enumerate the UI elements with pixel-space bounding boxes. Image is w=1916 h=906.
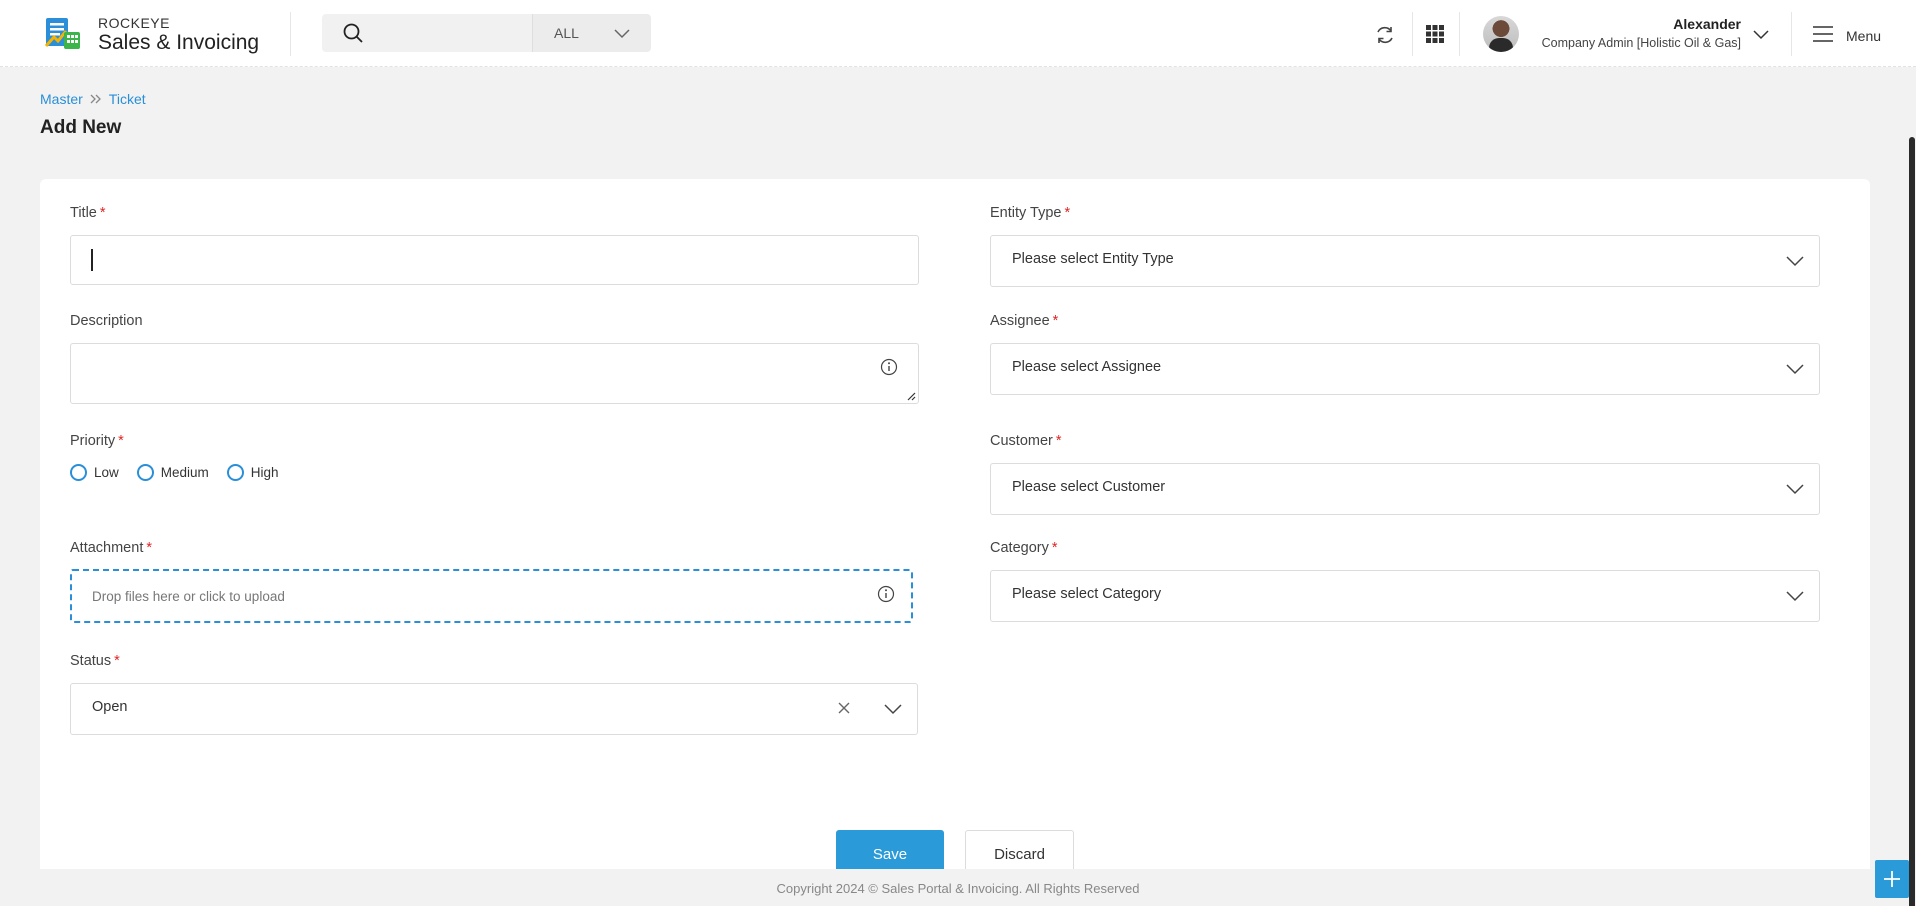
plus-icon — [1884, 871, 1900, 887]
chevron-down-icon[interactable] — [1752, 26, 1770, 42]
entity-type-placeholder: Please select Entity Type — [1012, 251, 1174, 267]
chevron-down-icon — [614, 29, 630, 39]
radio-circle-icon[interactable] — [136, 464, 154, 481]
breadcrumb-master-link[interactable]: Master — [40, 91, 83, 107]
customer-label: Customer * — [990, 433, 1062, 449]
divider — [290, 12, 291, 56]
title-input[interactable] — [71, 236, 918, 284]
search-box[interactable] — [322, 14, 532, 52]
divider — [1791, 12, 1792, 56]
priority-high-radio[interactable]: High — [226, 464, 279, 481]
page-scrollbar[interactable] — [1908, 67, 1916, 906]
attachment-label: Attachment * — [70, 540, 152, 556]
chevron-down-icon[interactable] — [883, 701, 903, 717]
breadcrumb: Master Ticket — [40, 91, 146, 107]
description-field[interactable] — [70, 343, 919, 404]
priority-radio-group: Low Medium High — [70, 464, 297, 481]
attachment-dropzone[interactable]: Drop files here or click to upload — [70, 569, 913, 623]
category-placeholder: Please select Category — [1012, 586, 1162, 602]
avatar[interactable] — [1483, 16, 1519, 52]
search-scope-select[interactable]: ALL — [532, 14, 651, 52]
chevron-down-icon[interactable] — [1785, 481, 1805, 497]
breadcrumb-ticket-link[interactable]: Ticket — [109, 91, 146, 107]
brand-app-name: Sales & Invoicing — [98, 31, 260, 54]
customer-placeholder: Please select Customer — [1012, 479, 1166, 495]
entity-type-label: Entity Type * — [990, 205, 1071, 221]
resize-handle-icon[interactable] — [906, 391, 916, 401]
add-fab-button[interactable] — [1875, 860, 1909, 898]
text-caret — [91, 249, 93, 271]
dropzone-text: Drop files here or click to upload — [92, 589, 285, 604]
priority-label: Priority * — [70, 433, 124, 449]
entity-type-select[interactable]: Please select Entity Type — [990, 235, 1820, 287]
close-icon[interactable] — [837, 701, 851, 715]
scrollbar-thumb[interactable] — [1909, 137, 1915, 906]
priority-medium-radio[interactable]: Medium — [136, 464, 209, 481]
chevron-down-icon[interactable] — [1785, 361, 1805, 377]
divider — [1412, 12, 1413, 56]
status-select[interactable]: Open — [70, 683, 918, 735]
hamburger-menu-icon[interactable] — [1812, 25, 1834, 43]
assignee-label: Assignee * — [990, 313, 1059, 329]
user-name[interactable]: Alexander — [1673, 16, 1741, 32]
description-label: Description — [70, 313, 143, 329]
assignee-placeholder: Please select Assignee — [1012, 359, 1162, 375]
divider — [1459, 12, 1460, 56]
category-label: Category * — [990, 540, 1058, 556]
chevron-down-icon[interactable] — [1785, 588, 1805, 604]
radio-circle-icon[interactable] — [226, 464, 244, 481]
ticket-form-card: Title * Description Priority * Low Medium … — [40, 179, 1870, 869]
title-field[interactable] — [70, 235, 919, 285]
status-value: Open — [92, 699, 128, 715]
description-textarea[interactable] — [71, 344, 918, 403]
discard-button[interactable]: Discard — [965, 830, 1074, 869]
info-icon[interactable] — [880, 358, 898, 376]
title-label: Title * — [70, 205, 106, 221]
menu-button[interactable]: Menu — [1846, 28, 1881, 44]
status-label: Status * — [70, 653, 120, 669]
invoice-logo-icon[interactable] — [44, 15, 82, 51]
top-bar: ROCKEYE Sales & Invoicing ALL Alexander … — [0, 0, 1916, 67]
page-title: Add New — [40, 117, 122, 138]
chevron-down-icon[interactable] — [1785, 253, 1805, 269]
assignee-select[interactable]: Please select Assignee — [990, 343, 1820, 395]
search-icon — [343, 23, 363, 43]
priority-low-radio[interactable]: Low — [70, 464, 119, 481]
customer-select[interactable]: Please select Customer — [990, 463, 1820, 515]
save-button[interactable]: Save — [836, 830, 944, 869]
search-scope-value: ALL — [554, 25, 579, 41]
apps-grid-icon[interactable] — [1424, 23, 1446, 45]
info-icon[interactable] — [877, 585, 895, 603]
footer-copyright: Copyright 2024 © Sales Portal & Invoicin… — [0, 869, 1916, 906]
double-chevron-right-icon — [90, 94, 101, 104]
refresh-icon[interactable] — [1374, 24, 1396, 46]
category-select[interactable]: Please select Category — [990, 570, 1820, 622]
radio-circle-icon[interactable] — [70, 464, 87, 481]
search-input[interactable] — [374, 22, 524, 44]
user-role: Company Admin [Holistic Oil & Gas] — [1541, 36, 1741, 50]
brand-company: ROCKEYE — [98, 15, 170, 31]
